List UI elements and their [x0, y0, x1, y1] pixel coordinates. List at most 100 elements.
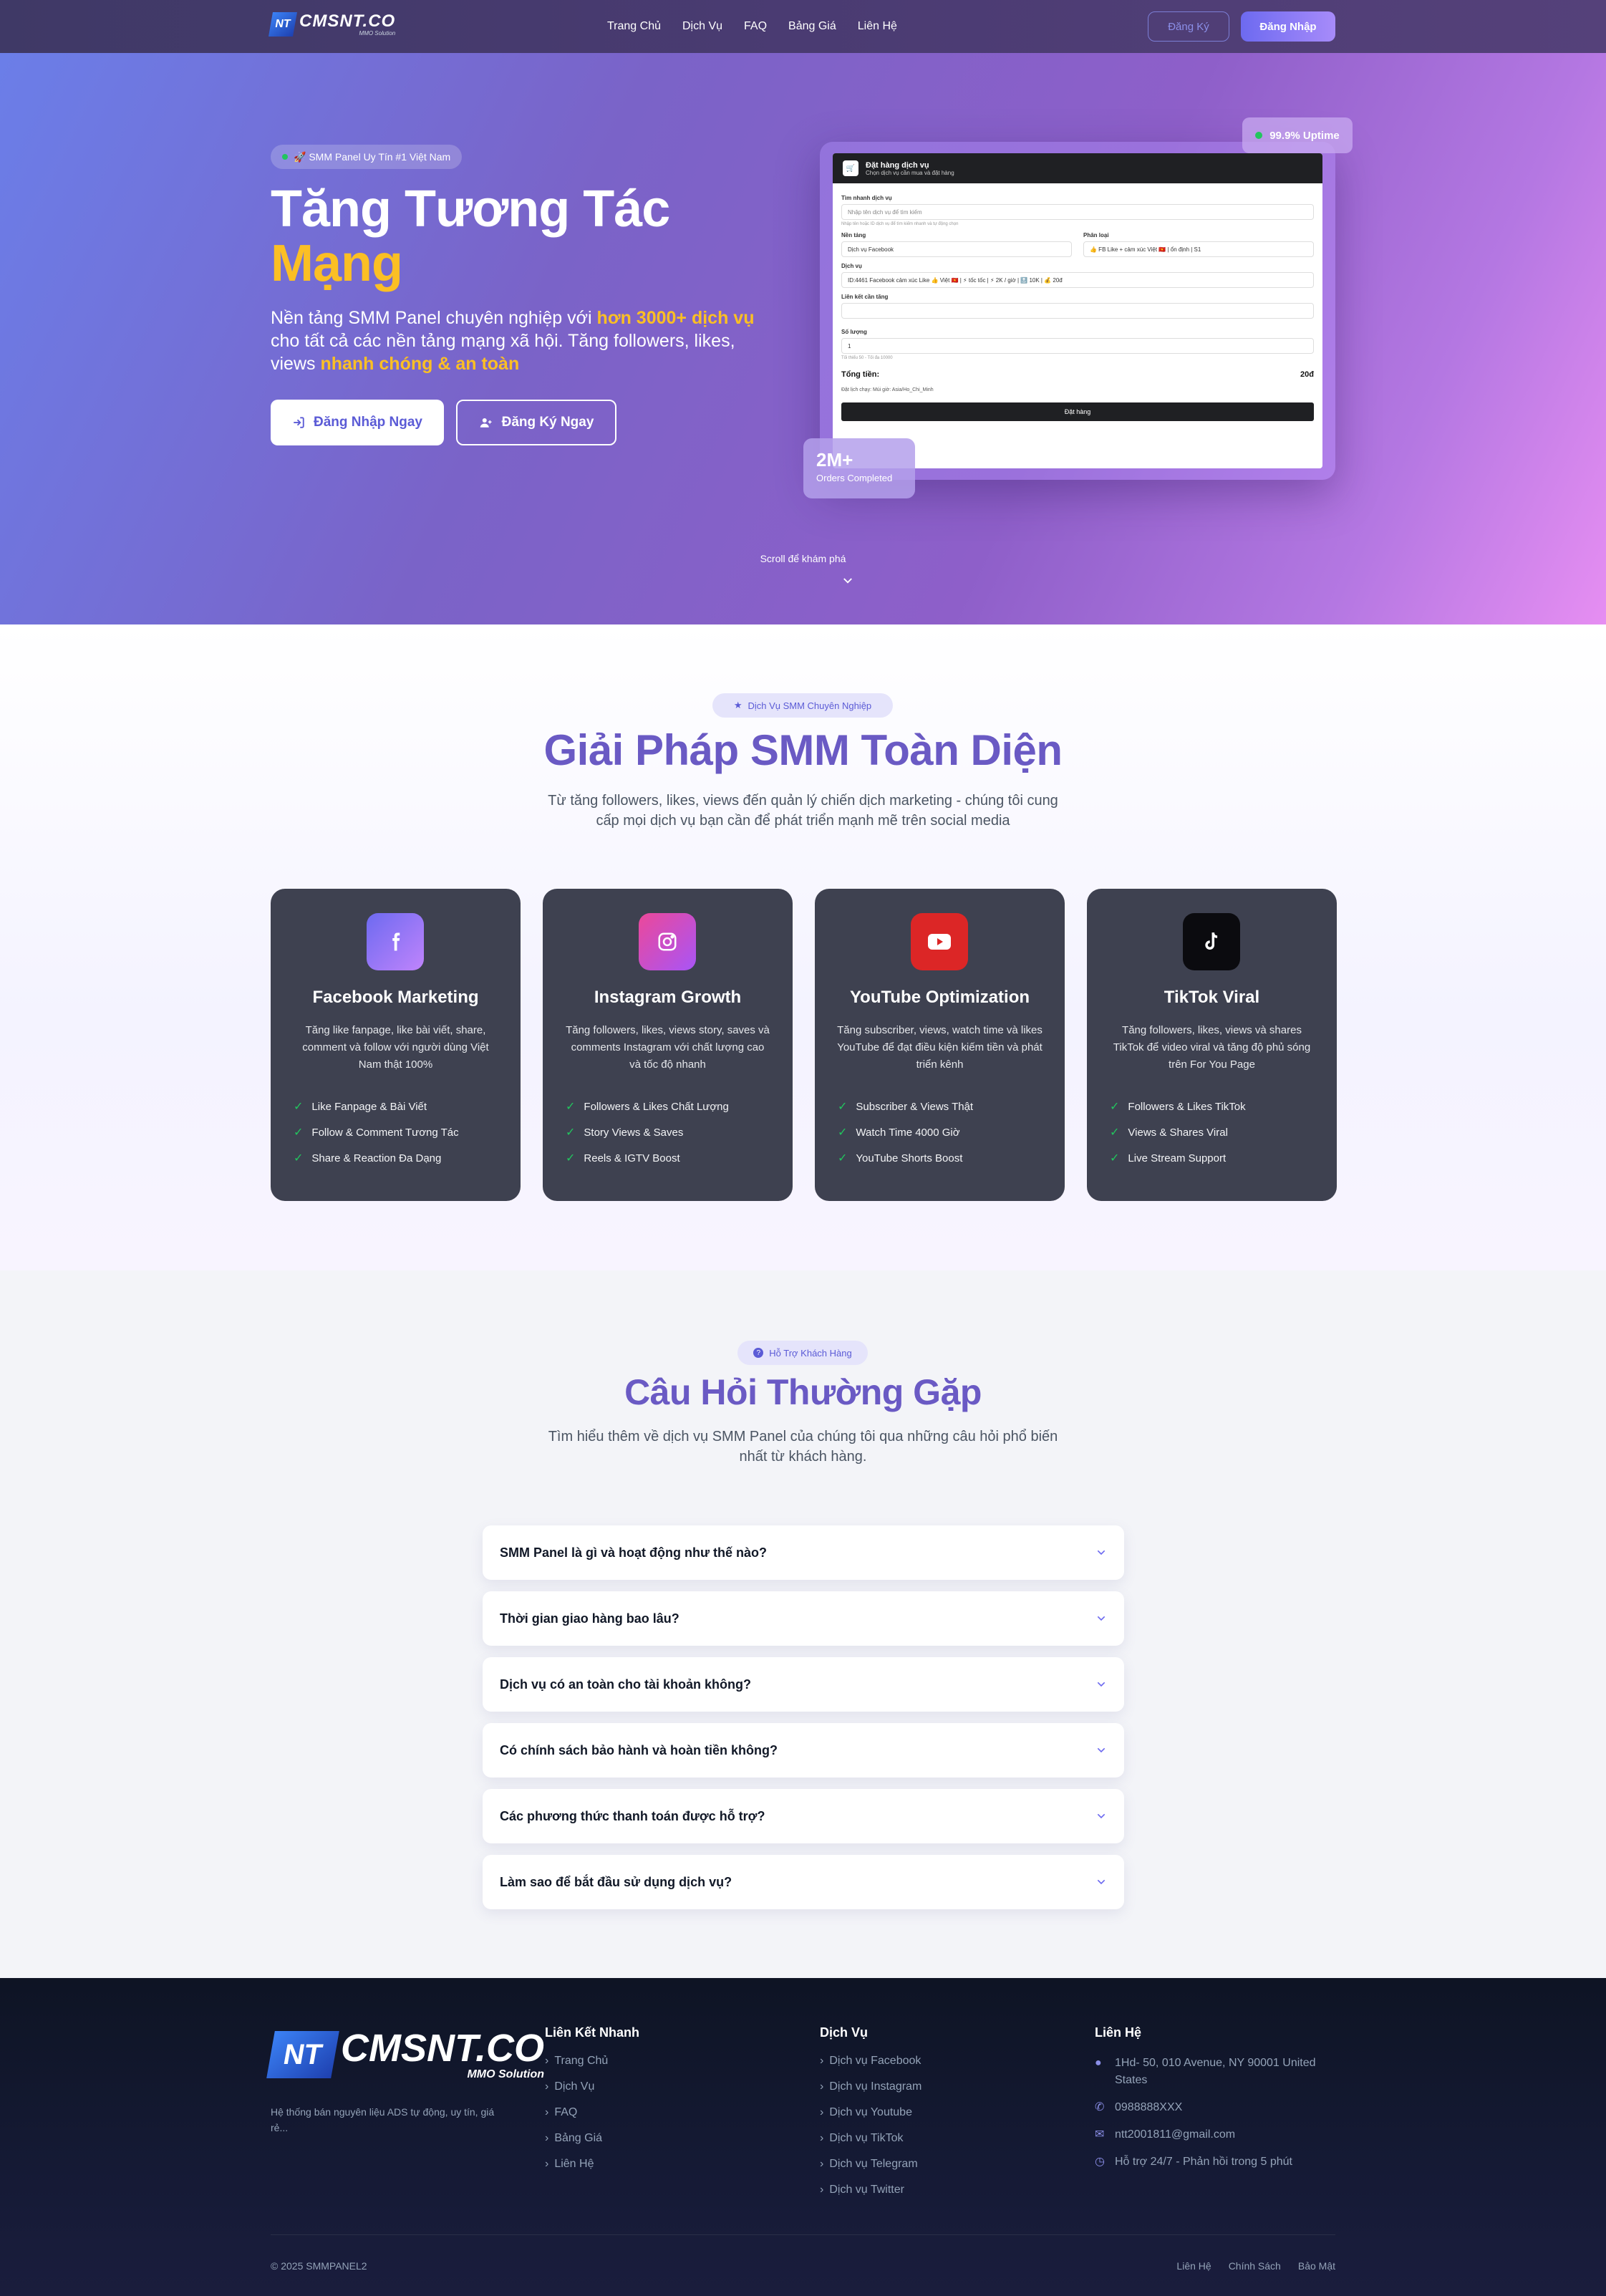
- chevron-right-icon: ›: [820, 2158, 824, 2170]
- service-card-facebook[interactable]: Facebook Marketing Tăng like fanpage, li…: [271, 889, 521, 1201]
- services-pill: ★ Dịch Vụ SMM Chuyên Nghiệp: [712, 693, 893, 718]
- services-title: Giải Pháp SMM Toàn Diện: [543, 726, 1063, 774]
- footer-service-facebook[interactable]: › Dịch vụ Facebook: [820, 2055, 921, 2080]
- footer-bottom-policy[interactable]: Chính Sách: [1229, 2260, 1281, 2272]
- check-icon: ✓: [566, 1127, 576, 1139]
- nav-link-services[interactable]: Dịch Vụ: [682, 20, 722, 33]
- nav-link-pricing[interactable]: Bảng Giá: [788, 20, 836, 33]
- footer-bottom-contact[interactable]: Liên Hệ: [1176, 2260, 1211, 2272]
- footer-service-telegram[interactable]: › Dịch vụ Telegram: [820, 2158, 921, 2184]
- footer-service-youtube[interactable]: › Dịch vụ Youtube: [820, 2106, 921, 2132]
- nav-register-button[interactable]: Đăng Ký: [1148, 11, 1229, 42]
- mock-search-input[interactable]: Nhập tên dịch vụ để tìm kiếm: [841, 204, 1314, 220]
- nav-link-faq[interactable]: FAQ: [744, 20, 767, 33]
- faq-item[interactable]: Thời gian giao hàng bao lâu?: [483, 1591, 1124, 1646]
- clock-icon: ◷: [1095, 2156, 1105, 2168]
- mock-link-input[interactable]: [841, 303, 1314, 319]
- card-feature-list: ✓ Like Fanpage & Bài Viết ✓ Follow & Comme…: [294, 1094, 459, 1171]
- feature-item: ✓ Live Stream Support: [1110, 1145, 1246, 1171]
- footer-support: ◷ Hỗ trợ 24/7 - Phản hồi trong 5 phút: [1095, 2153, 1335, 2171]
- service-card-tiktok[interactable]: TikTok Viral Tăng followers, likes, view…: [1087, 889, 1337, 1201]
- mock-service-select[interactable]: ID:4461 Facebook cảm xúc Like 👍 Việt 🇻🇳 …: [841, 272, 1314, 288]
- hero-login-label: Đăng Nhập Ngay: [313, 415, 423, 430]
- hero-subtitle: Nền tảng SMM Panel chuyên nghiệp với hơn…: [271, 307, 772, 375]
- footer-logo-mark-icon: NT: [266, 2031, 339, 2078]
- order-form-mock: 🛒 Đặt hàng dịch vụ Chọn dịch vụ cần mua …: [833, 153, 1322, 468]
- mock-header: 🛒 Đặt hàng dịch vụ Chọn dịch vụ cần mua …: [833, 153, 1322, 183]
- footer-service-instagram[interactable]: › Dịch vụ Instagram: [820, 2080, 921, 2106]
- status-dot-icon: [282, 154, 288, 160]
- footer-link-services[interactable]: › Dịch Vụ: [545, 2080, 639, 2106]
- footer-email-text: ntt2001811@gmail.com: [1115, 2128, 1236, 2141]
- mock-order-button[interactable]: Đặt hàng: [841, 402, 1314, 421]
- check-icon: ✓: [294, 1127, 304, 1139]
- logo-text: CMSNT.CO: [299, 11, 396, 31]
- footer-service-tiktok[interactable]: › Dịch vụ TikTok: [820, 2132, 921, 2158]
- nav-link-contact[interactable]: Liên Hệ: [858, 20, 897, 33]
- footer-quick-head: Liên Kết Nhanh: [545, 2025, 640, 2040]
- facebook-icon: [367, 913, 424, 970]
- footer-link-label: Dịch vụ Youtube: [829, 2106, 912, 2118]
- footer-logo-subtext: MMO Solution: [467, 2068, 544, 2080]
- footer-phone[interactable]: ✆ 0988888XXX: [1095, 2099, 1335, 2116]
- faq-item[interactable]: Làm sao để bắt đầu sử dụng dịch vụ?: [483, 1855, 1124, 1909]
- services-subtitle-1: Từ tăng followers, likes, views đến quản…: [548, 793, 1058, 809]
- footer-bottom-links: Liên Hệ Chính Sách Bảo Mật: [1176, 2260, 1335, 2272]
- footer-link-pricing[interactable]: › Bảng Giá: [545, 2132, 639, 2158]
- feature-text: Followers & Likes Chất Lượng: [584, 1100, 729, 1113]
- hero-title: Tăng Tương Tác Mạng: [271, 182, 670, 291]
- check-icon: ✓: [566, 1101, 576, 1113]
- nav-link-home[interactable]: Trang Chủ: [607, 20, 661, 33]
- footer-link-faq[interactable]: › FAQ: [545, 2106, 639, 2132]
- chevron-right-icon: ›: [545, 2158, 549, 2170]
- youtube-icon: [911, 913, 968, 970]
- faq-item[interactable]: Dịch vụ có an toàn cho tài khoản không?: [483, 1657, 1124, 1712]
- orders-count: 2M+: [816, 449, 853, 471]
- faq-section: ? Hỗ Trợ Khách Hàng Câu Hỏi Thường Gặp T…: [0, 1270, 1606, 1978]
- footer-link-home[interactable]: › Trang Chủ: [545, 2055, 639, 2080]
- phone-icon: ✆: [1095, 2101, 1105, 2113]
- feature-item: ✓ YouTube Shorts Boost: [838, 1145, 973, 1171]
- feature-item: ✓ Followers & Likes Chất Lượng: [566, 1094, 729, 1119]
- footer-service-twitter[interactable]: › Dịch vụ Twitter: [820, 2184, 921, 2209]
- question-icon: ?: [753, 1348, 764, 1358]
- footer-email[interactable]: ✉ ntt2001811@gmail.com: [1095, 2126, 1335, 2143]
- mock-schedule: Đặt lịch chạy: Múi giờ: Asia/Ho_Chi_Minh: [841, 387, 934, 392]
- faq-question: Thời gian giao hàng bao lâu?: [500, 1611, 679, 1626]
- card-feature-list: ✓ Followers & Likes Chất Lượng ✓ Story Vie…: [566, 1094, 729, 1171]
- footer-link-label: Trang Chủ: [554, 2055, 609, 2067]
- footer-copyright: © 2025 SMMPANEL2: [271, 2260, 367, 2272]
- mock-qty-input[interactable]: 1: [841, 338, 1314, 354]
- feature-text: Like Fanpage & Bài Viết: [311, 1100, 427, 1113]
- chevron-down-icon: [1097, 1550, 1106, 1555]
- service-card-youtube[interactable]: YouTube Optimization Tăng subscriber, vi…: [815, 889, 1065, 1201]
- hero-section: 🚀 SMM Panel Uy Tín #1 Việt Nam Tăng Tươn…: [0, 53, 1606, 624]
- faq-question: Làm sao để bắt đầu sử dụng dịch vụ?: [500, 1874, 732, 1889]
- card-title: TikTok Viral: [1164, 988, 1260, 1007]
- footer-logo[interactable]: NT CMSNT.CO MMO Solution: [266, 2027, 544, 2081]
- footer-address-text: 1Hd- 50, 010 Avenue, NY 90001 United Sta…: [1115, 2057, 1316, 2086]
- faq-item[interactable]: SMM Panel là gì và hoạt động như thế nào…: [483, 1525, 1124, 1580]
- card-description: Tăng subscriber, views, watch time và li…: [837, 1024, 1043, 1071]
- faq-item[interactable]: Các phương thức thanh toán được hỗ trợ?: [483, 1789, 1124, 1843]
- footer-bottom-privacy[interactable]: Bảo Mật: [1298, 2260, 1335, 2272]
- feature-item: ✓ Share & Reaction Đa Dạng: [294, 1145, 459, 1171]
- mock-platform-select[interactable]: Dịch vụ Facebook: [841, 241, 1072, 257]
- site-logo[interactable]: NT CMSNT.CO MMO Solution: [269, 11, 396, 37]
- hero-sub-a: Nền tảng SMM Panel chuyên nghiệp với: [271, 308, 597, 328]
- nav-login-button[interactable]: Đăng Nhập: [1241, 11, 1335, 42]
- service-card-instagram[interactable]: Instagram Growth Tăng followers, likes, …: [543, 889, 793, 1201]
- hero-login-button[interactable]: Đăng Nhập Ngay: [271, 400, 444, 445]
- card-title: YouTube Optimization: [849, 988, 1030, 1007]
- chevron-down-icon[interactable]: [841, 574, 854, 587]
- footer-logo-text: CMSNT.CO: [341, 2027, 544, 2070]
- mock-category-select[interactable]: 👍 FB Like + cảm xúc Việt 🇻🇳 | ổn định | …: [1083, 241, 1314, 257]
- feature-text: Watch Time 4000 Giờ: [856, 1126, 960, 1139]
- faq-item[interactable]: Có chính sách bảo hành và hoàn tiền khôn…: [483, 1723, 1124, 1778]
- check-icon: ✓: [294, 1152, 304, 1164]
- check-icon: ✓: [838, 1101, 848, 1113]
- order-form-preview: 🛒 Đặt hàng dịch vụ Chọn dịch vụ cần mua …: [820, 142, 1335, 480]
- hero-register-button[interactable]: Đăng Ký Ngay: [456, 400, 616, 445]
- footer-link-contact[interactable]: › Liên Hệ: [545, 2158, 639, 2184]
- feature-text: Views & Shares Viral: [1128, 1126, 1228, 1139]
